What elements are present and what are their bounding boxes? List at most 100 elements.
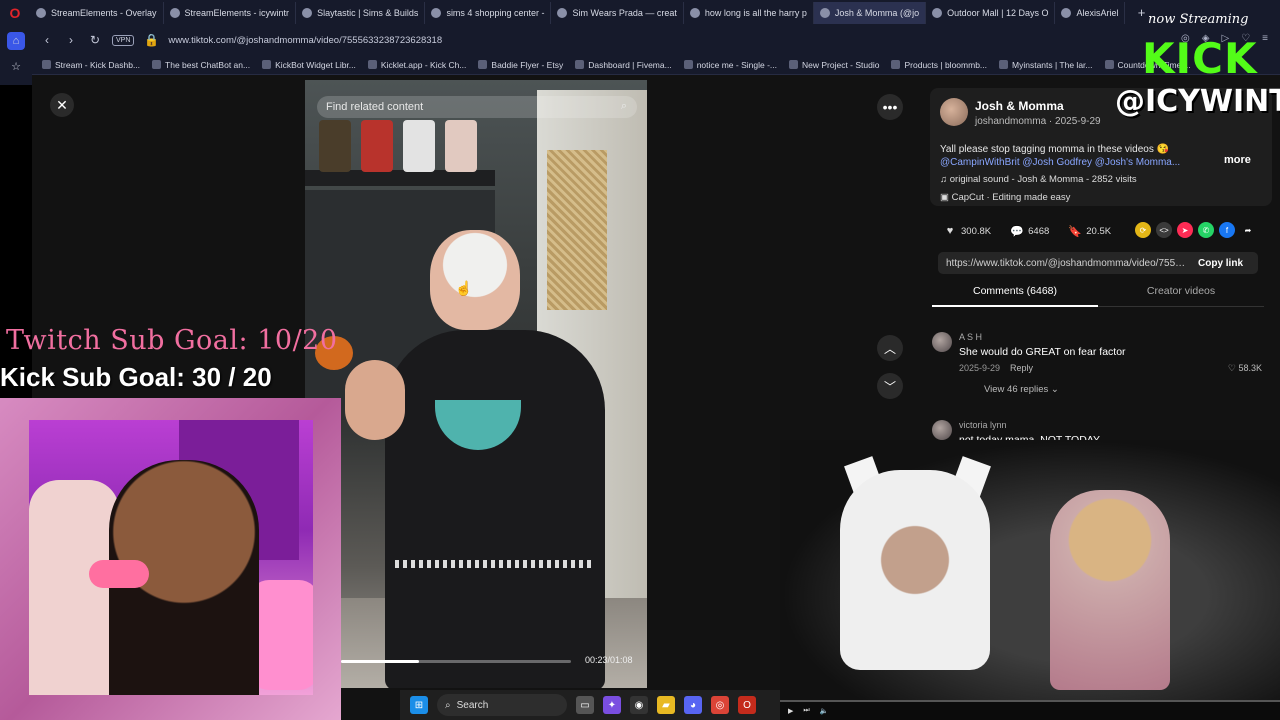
star-icon[interactable]: ☆ [7,57,25,75]
send-icon[interactable]: ➤ [1177,222,1193,238]
copy-link-button[interactable]: Copy link [1198,258,1243,269]
share-link-url[interactable]: https://www.tiktok.com/@joshandmomma/vid… [938,258,1188,269]
video-progress-track[interactable] [341,660,571,663]
vpn-badge[interactable]: VPN [112,34,135,46]
screen: O StreamElements - Overlay StreamElement… [0,0,1280,720]
bookmark-favicon-icon [367,60,377,69]
video-scene-cane-panel [547,150,607,310]
kick-logo: KICK [1142,34,1258,83]
embed-icon[interactable]: <> [1156,222,1172,238]
sound-link[interactable]: ♫ original sound - Josh & Momma - 2852 v… [940,174,1137,185]
copilot-icon[interactable]: ✦ [603,696,621,714]
chrome-icon[interactable]: ◎ [711,696,729,714]
video-player[interactable]: Find related content ⌕ ☝ 00:23/01:08 [305,80,647,688]
bookmark-item[interactable]: Kicklet.app - Kick Ch... [367,60,466,70]
save-button[interactable]: 🔖 20.5K [1067,223,1111,239]
tab-1[interactable]: StreamElements - icywintr [164,1,297,24]
find-related-search[interactable]: Find related content ⌕ [317,96,637,118]
reload-icon[interactable]: ↻ [88,33,102,47]
tab-comments[interactable]: Comments (6468) [932,285,1098,307]
reply-button[interactable]: Reply [1010,363,1033,373]
like-button[interactable]: ♥ 300.8K [942,223,991,239]
forward-icon[interactable]: › [64,33,78,47]
previous-video-icon[interactable]: ︿ [877,335,903,361]
bookmark-favicon-icon [575,60,585,69]
opera-logo-icon[interactable]: O [0,0,30,25]
bookmark-item[interactable]: Products | bloommb... [891,60,987,70]
capcut-icon: ▣ [940,192,952,203]
capcut-link[interactable]: ▣ CapCut · Editing made easy [940,192,1070,203]
github-icon[interactable]: ◉ [630,696,648,714]
next-video-icon[interactable]: ﹀ [877,373,903,399]
bookmark-item[interactable]: Myinstants | The lar... [999,60,1093,70]
url-field[interactable]: www.tiktok.com/@joshandmomma/video/75556… [168,35,442,46]
bookmark-item[interactable]: Stream - Kick Dashb... [42,60,140,70]
more-options-icon[interactable]: ••• [877,94,903,120]
bookmark-item[interactable]: Dashboard | Fivema... [575,60,672,70]
mouse-cursor-icon: ☝ [455,280,473,296]
tab-favicon-icon [1061,7,1072,18]
tab-favicon-icon [932,7,943,18]
task-view-icon[interactable]: ▭ [576,696,594,714]
tab-favicon-icon [557,7,568,18]
avatar[interactable] [932,332,952,352]
tab-favicon-icon [36,7,46,18]
opera-taskbar-icon[interactable]: O [738,696,756,714]
view-replies-button[interactable]: View 46 replies ⌄ [984,384,1059,395]
webcam-feed [29,420,313,695]
caption-tags[interactable]: @CampinWithBrit @Josh Godfrey @Josh's Mo… [940,156,1210,169]
tab-favicon-icon [431,7,442,18]
repost-icon[interactable]: ⟳ [1135,222,1151,238]
bookmark-item[interactable]: The best ChatBot an... [152,60,250,70]
author-meta: joshandmomma · 2025-9-29 [975,116,1101,127]
skip-icon[interactable]: ⏭ [803,707,809,715]
bookmark-item[interactable]: Baddie Flyer - Etsy [478,60,563,70]
kick-sub-goal: Kick Sub Goal: 30 / 20 [0,362,272,392]
video-scene-dress [385,330,605,688]
search-icon[interactable]: ⌕ [621,100,627,113]
bookmark-item[interactable]: notice me - Single -... [683,60,777,70]
bookmark-item[interactable]: New Project - Studio [789,60,879,70]
tab-bar: O StreamElements - Overlay StreamElement… [0,0,1280,25]
comment-button[interactable]: 💬 6468 [1009,223,1049,239]
back-icon[interactable]: ‹ [40,33,54,47]
share-arrow-icon[interactable]: ➦ [1240,222,1256,238]
bookmark-favicon-icon [478,60,488,69]
more-button[interactable]: more [1224,154,1251,166]
volume-icon[interactable]: 🔈 [820,707,829,715]
discord-icon[interactable]: ◕ [684,696,702,714]
bookmark-favicon-icon [262,60,272,69]
video-scene-dress-trim [395,560,595,568]
avatar[interactable] [932,420,952,440]
tab-6-active[interactable]: Josh & Momma (@jo [813,1,927,24]
avatar[interactable] [940,98,968,126]
tab-7[interactable]: Outdoor Mall | 12 Days O [926,1,1056,24]
close-icon[interactable]: ✕ [50,93,74,117]
bookmark-icon: 🔖 [1068,225,1083,238]
caption: Yall please stop tagging momma in these … [940,143,1210,169]
comment-username[interactable]: A S H [959,332,982,342]
windows-start-icon[interactable]: ⊞ [410,696,428,714]
bookmark-item[interactable]: KickBot Widget Libr... [262,60,356,70]
tab-5[interactable]: how long is all the harry p [684,1,814,24]
reaction-clip-player[interactable]: ▶ ⏭ 🔈 [780,440,1280,720]
whatsapp-icon[interactable]: ✆ [1198,222,1214,238]
author-name[interactable]: Josh & Momma [975,99,1064,113]
video-scene-shelf [305,170,495,186]
tiktok-favicon-icon [819,7,830,18]
tab-4[interactable]: Sim Wears Prada — creat [551,1,684,24]
tab-2[interactable]: Slaytastic | Sims & Builds [296,1,426,24]
facebook-icon[interactable]: f [1219,222,1235,238]
comment-like-button[interactable]: ♡ 58.3K [1228,363,1262,374]
taskbar-search[interactable]: ⌕ Search [437,694,567,716]
home-icon[interactable]: ⌂ [7,32,25,50]
play-icon[interactable]: ▶ [788,707,793,715]
lock-icon: 🔒 [144,33,160,47]
file-explorer-icon[interactable]: ▰ [657,696,675,714]
tab-3[interactable]: sims 4 shopping center - [425,1,552,24]
comment-username[interactable]: victoria lynn [959,420,1007,430]
tab-0[interactable]: StreamElements - Overlay [30,1,164,24]
tab-creator-videos[interactable]: Creator videos [1098,285,1264,307]
action-bar: ♥ 300.8K 💬 6468 🔖 20.5K [942,223,1123,239]
windows-taskbar: ⊞ ⌕ Search ▭ ✦ ◉ ▰ ◕ ◎ O [400,690,780,720]
